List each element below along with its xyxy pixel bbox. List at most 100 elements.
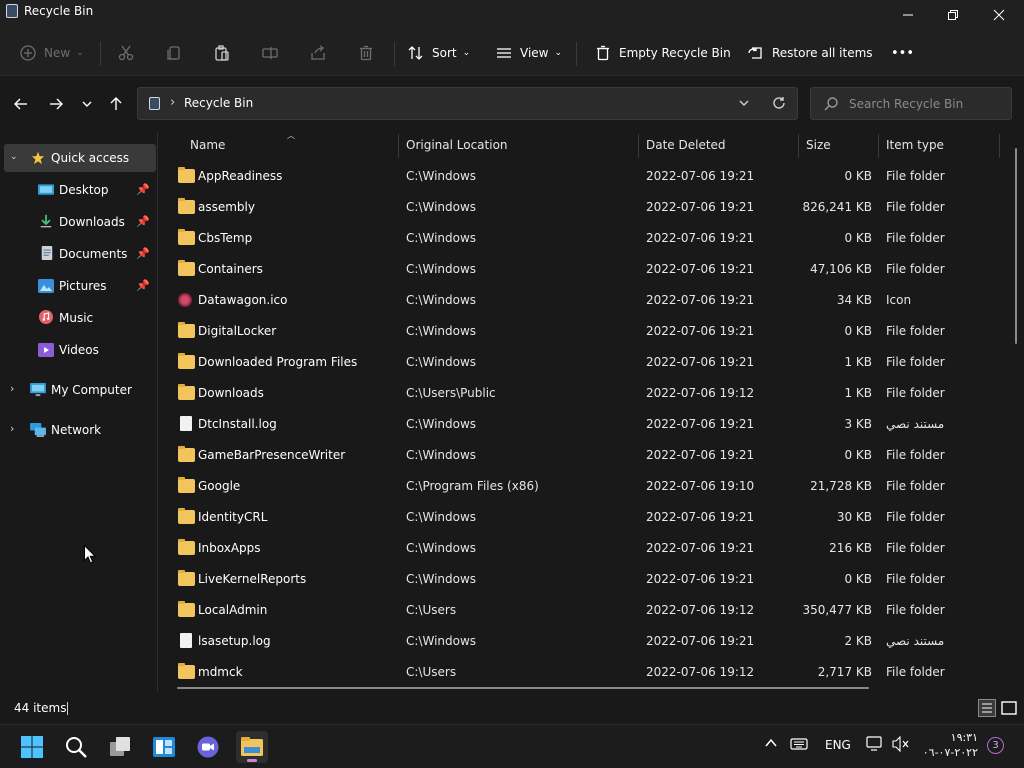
table-row[interactable]: InboxApps C:\Windows 2022-07-06 19:21 216 K… [169, 533, 999, 564]
search-input[interactable] [849, 95, 1004, 113]
chevron-up-icon [765, 738, 777, 747]
recent-locations-button[interactable] [77, 94, 97, 114]
cut-button[interactable] [118, 38, 134, 68]
column-divider[interactable] [798, 134, 799, 158]
table-row[interactable]: Downloads C:\Users\Public 2022-07-06 19:12… [169, 378, 999, 409]
column-header-size[interactable]: Size [806, 132, 831, 158]
task-view-button[interactable] [104, 731, 136, 763]
table-row[interactable]: assembly C:\Windows 2022-07-06 19:21 826,24… [169, 192, 999, 223]
copy-button[interactable] [166, 38, 182, 68]
file-explorer-taskbar-button[interactable] [236, 731, 268, 763]
nav-item-pictures[interactable]: Pictures 📌 [4, 272, 156, 300]
nav-quick-access[interactable]: ⌄ Quick access [4, 144, 156, 172]
table-row[interactable]: lsasetup.log C:\Windows 2022-07-06 19:21 2 … [169, 626, 999, 657]
taskbar: ENG ١٩:٣١ ٢٠٢٢-٠٧-٠٦ 3 [0, 724, 1024, 768]
nav-item-desktop[interactable]: Desktop 📌 [4, 176, 156, 204]
restore-button[interactable] [930, 0, 976, 30]
view-button[interactable]: View ⌄ [496, 38, 562, 68]
file-name: AppReadiness [198, 169, 283, 183]
network-status-button[interactable] [866, 736, 884, 755]
cut-icon [118, 45, 134, 61]
restore-all-button[interactable]: Restore all items [748, 38, 873, 68]
paste-button[interactable] [214, 38, 230, 68]
nav-my-computer[interactable]: › My Computer [4, 376, 156, 404]
keyboard-button[interactable] [790, 737, 808, 754]
search-icon [824, 97, 838, 111]
show-hidden-icons-button[interactable] [764, 736, 778, 753]
nav-item-downloads[interactable]: Downloads 📌 [4, 208, 156, 236]
column-divider[interactable] [999, 134, 1000, 158]
language-indicator[interactable]: ENG [825, 738, 851, 752]
notification-badge[interactable]: 3 [987, 737, 1004, 754]
chevron-down-icon[interactable] [738, 97, 750, 109]
address-bar[interactable]: › Recycle Bin [137, 87, 798, 120]
minimize-button[interactable] [885, 0, 931, 30]
empty-recycle-bin-button[interactable]: Empty Recycle Bin [595, 38, 731, 68]
table-row[interactable]: LocalAdmin C:\Users 2022-07-06 19:12 350,47… [169, 595, 999, 626]
delete-button[interactable] [358, 38, 374, 68]
refresh-icon[interactable] [772, 96, 786, 110]
table-row[interactable]: DigitalLocker C:\Windows 2022-07-06 19:21 0… [169, 316, 999, 347]
pin-icon[interactable]: 📌 [136, 279, 150, 292]
sort-icon [408, 46, 423, 60]
share-button[interactable] [310, 38, 326, 68]
up-button[interactable] [106, 94, 126, 114]
vertical-scrollbar[interactable] [1015, 148, 1017, 344]
pin-icon[interactable]: 📌 [136, 183, 150, 196]
column-header-name[interactable]: Name [190, 132, 225, 158]
forward-button[interactable] [46, 94, 66, 114]
search-box[interactable] [810, 87, 1012, 120]
item-type: Icon [886, 293, 912, 307]
close-button[interactable] [976, 0, 1022, 30]
pictures-icon [38, 279, 54, 293]
table-row[interactable]: IdentityCRL C:\Windows 2022-07-06 19:21 30 … [169, 502, 999, 533]
table-row[interactable]: mdmck C:\Users 2022-07-06 19:12 2,717 KB Fil… [169, 657, 999, 688]
table-row[interactable]: Downloaded Program Files C:\Windows 2022-0… [169, 347, 999, 378]
breadcrumb[interactable]: Recycle Bin [184, 96, 253, 110]
large-icons-view-icon[interactable] [1000, 699, 1018, 717]
start-button[interactable] [16, 731, 48, 763]
original-location: C:\Windows [406, 541, 477, 555]
new-button[interactable]: New ⌄ [20, 38, 84, 68]
nav-item-music[interactable]: Music [4, 304, 156, 332]
details-view-icon[interactable] [978, 699, 996, 717]
table-row[interactable]: Containers C:\Windows 2022-07-06 19:21 47,1… [169, 254, 999, 285]
table-row[interactable]: Google C:\Program Files (x86) 2022-07-06 1… [169, 471, 999, 502]
chat-button[interactable] [192, 731, 224, 763]
chevron-right-icon[interactable]: › [10, 422, 14, 435]
chevron-down-icon[interactable]: ⌄ [10, 152, 18, 162]
column-header-date-deleted[interactable]: Date Deleted [646, 132, 726, 158]
date-deleted: 2022-07-06 19:21 [646, 634, 755, 648]
clock[interactable]: ١٩:٣١ ٢٠٢٢-٠٧-٠٦ [908, 730, 978, 760]
column-header-original-location[interactable]: Original Location [406, 132, 508, 158]
horizontal-scrollbar[interactable] [177, 687, 869, 689]
file-name: GameBarPresenceWriter [198, 448, 346, 462]
nav-network[interactable]: › Network [4, 416, 156, 444]
chevron-down-icon: ⌄ [76, 48, 84, 58]
sort-button[interactable]: Sort ⌄ [408, 38, 470, 68]
pin-icon[interactable]: 📌 [136, 247, 150, 260]
back-button[interactable] [11, 94, 31, 114]
table-row[interactable]: LiveKernelReports C:\Windows 2022-07-06 19… [169, 564, 999, 595]
file-name: Containers [198, 262, 263, 276]
view-icon [497, 48, 511, 58]
nav-label: My Computer [51, 383, 132, 397]
column-divider[interactable] [878, 134, 879, 158]
chevron-right-icon[interactable]: › [10, 382, 14, 395]
paste-icon [215, 45, 229, 61]
nav-item-videos[interactable]: Videos [4, 336, 156, 364]
column-divider[interactable] [638, 134, 639, 158]
column-divider[interactable] [398, 134, 399, 158]
table-row[interactable]: AppReadiness C:\Windows 2022-07-06 19:21 0 … [169, 161, 999, 192]
pin-icon[interactable]: 📌 [136, 215, 150, 228]
table-row[interactable]: CbsTemp C:\Windows 2022-07-06 19:21 0 KB Fil… [169, 223, 999, 254]
search-taskbar-button[interactable] [60, 731, 92, 763]
widgets-button[interactable] [148, 731, 180, 763]
table-row[interactable]: GameBarPresenceWriter C:\Windows 2022-07-0… [169, 440, 999, 471]
more-options-button[interactable]: ••• [891, 38, 914, 68]
nav-item-documents[interactable]: Documents 📌 [4, 240, 156, 268]
table-row[interactable]: Datawagon.ico C:\Windows 2022-07-06 19:21 3… [169, 285, 999, 316]
rename-button[interactable] [262, 38, 278, 68]
column-header-item-type[interactable]: Item type [886, 132, 944, 158]
table-row[interactable]: DtcInstall.log C:\Windows 2022-07-06 19:21… [169, 409, 999, 440]
